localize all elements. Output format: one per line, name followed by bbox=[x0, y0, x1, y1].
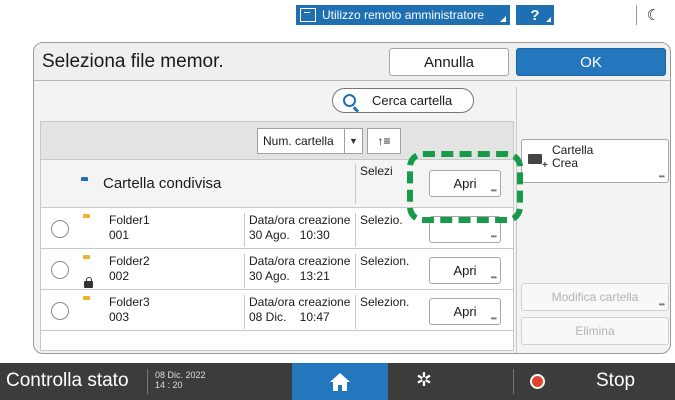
ok-button[interactable]: OK bbox=[516, 48, 666, 76]
more-icon: ••• bbox=[658, 172, 665, 181]
search-folder-button[interactable]: Cerca cartella bbox=[332, 88, 474, 113]
folder-number: 002 bbox=[109, 269, 130, 283]
more-icon: ••• bbox=[490, 314, 497, 323]
folder-date: 30 Ago. 10:30 bbox=[249, 228, 330, 242]
select-file-dialog: Seleziona file memor. Annulla OK Cerca c… bbox=[33, 42, 671, 354]
divider bbox=[147, 369, 148, 394]
delete-folder-button[interactable]: Elimina bbox=[521, 317, 669, 345]
help-button[interactable]: ? bbox=[516, 5, 554, 25]
sort-direction-button[interactable]: ↑≡ bbox=[367, 128, 401, 154]
corner-indicator-icon bbox=[546, 17, 551, 22]
dialog-title: Seleziona file memor. bbox=[42, 51, 224, 72]
chevron-down-icon: ▼ bbox=[344, 129, 362, 153]
stop-button[interactable]: Stop bbox=[596, 370, 635, 392]
more-icon: ••• bbox=[490, 273, 497, 282]
folder-name: Folder1 bbox=[109, 213, 150, 227]
open-label: Apri bbox=[453, 263, 477, 278]
open-label: Apri bbox=[453, 304, 477, 319]
folder-name-cell: Folder1 001 bbox=[109, 213, 150, 243]
folder-date: 30 Ago. 13:21 bbox=[249, 269, 330, 283]
status-datetime: 08 Dic. 2022 14 : 20 bbox=[155, 370, 206, 390]
folder-row[interactable]: Folder3 003 Data/ora creazione 08 Dic. 1… bbox=[41, 291, 513, 331]
edit-folder-button[interactable]: Modifica cartella ••• bbox=[521, 283, 669, 311]
folder-date-label: Data/ora creazione bbox=[249, 254, 351, 268]
settings-button[interactable]: ✲ bbox=[416, 369, 432, 392]
folder-select-label: Selezion. bbox=[355, 254, 425, 288]
folder-date-cell: Data/ora creazione 08 Dic. 10:47 bbox=[244, 295, 350, 329]
folder-name: Folder2 bbox=[109, 254, 150, 268]
radio-button[interactable] bbox=[51, 220, 69, 238]
folder-date-cell: Data/ora creazione 30 Ago. 13:21 bbox=[244, 254, 350, 288]
moon-icon: ☾ bbox=[646, 7, 661, 24]
remote-admin-button[interactable]: Utilizzo remoto amministratore bbox=[296, 5, 510, 25]
folder-number: 001 bbox=[109, 228, 130, 242]
corner-indicator-icon bbox=[500, 16, 506, 22]
lock-icon bbox=[84, 277, 93, 288]
folder-name-cell: Folder3 003 bbox=[109, 295, 150, 325]
dialog-header: Seleziona file memor. Annulla OK bbox=[34, 43, 670, 81]
tutorial-highlight bbox=[407, 151, 523, 223]
create-folder-line2: Crea bbox=[552, 156, 579, 170]
sort-select[interactable]: Num. cartella ▼ bbox=[257, 128, 363, 154]
create-folder-line1: Cartella bbox=[552, 143, 594, 157]
folder-row[interactable]: Folder2 002 Data/ora creazione 30 Ago. 1… bbox=[41, 250, 513, 290]
status-time: 14 : 20 bbox=[155, 380, 183, 390]
more-icon: ••• bbox=[658, 300, 665, 309]
status-bar: Controlla stato 08 Dic. 2022 14 : 20 ✲ S… bbox=[0, 363, 675, 400]
create-folder-button[interactable]: + Cartella Crea ••• bbox=[521, 139, 669, 183]
folder-add-icon bbox=[528, 154, 542, 164]
edit-folder-label: Modifica cartella bbox=[551, 290, 639, 304]
folder-actions-sidebar: + Cartella Crea ••• Modifica cartella ••… bbox=[516, 87, 670, 353]
plus-icon: + bbox=[542, 160, 548, 171]
open-folder-button[interactable]: Apri ••• bbox=[429, 298, 501, 325]
status-date: 08 Dic. 2022 bbox=[155, 370, 206, 380]
home-icon bbox=[330, 372, 350, 391]
more-icon: ••• bbox=[490, 232, 497, 241]
radio-button[interactable] bbox=[51, 302, 69, 320]
remote-screen-icon bbox=[300, 8, 316, 22]
folder-date-label: Data/ora creazione bbox=[249, 213, 351, 227]
stop-icon bbox=[530, 374, 545, 389]
radio-button[interactable] bbox=[51, 261, 69, 279]
sort-select-label: Num. cartella bbox=[263, 134, 334, 148]
divider bbox=[513, 369, 514, 394]
folder-select-label: Selezion. bbox=[355, 295, 425, 329]
home-button[interactable] bbox=[292, 363, 388, 400]
energy-saver-button[interactable]: ☾ bbox=[636, 5, 670, 25]
check-status-button[interactable]: Controlla stato bbox=[6, 370, 129, 392]
help-label: ? bbox=[530, 6, 540, 24]
create-folder-label: Cartella Crea bbox=[552, 144, 593, 170]
open-folder-button[interactable]: Apri ••• bbox=[429, 257, 501, 284]
gear-icon: ✲ bbox=[416, 370, 432, 391]
remote-admin-label: Utilizzo remoto amministratore bbox=[322, 8, 485, 22]
folder-name-cell: Folder2 002 bbox=[109, 254, 150, 284]
folder-name: Folder3 bbox=[109, 295, 150, 309]
shared-folder-name: Cartella condivisa bbox=[103, 175, 222, 192]
cancel-button[interactable]: Annulla bbox=[389, 48, 509, 76]
search-icon bbox=[343, 94, 356, 107]
folder-date-cell: Data/ora creazione 30 Ago. 10:30 bbox=[244, 213, 350, 247]
folder-date: 08 Dic. 10:47 bbox=[249, 310, 330, 324]
search-folder-label: Cerca cartella bbox=[372, 93, 453, 108]
folder-date-label: Data/ora creazione bbox=[249, 295, 351, 309]
folder-number: 003 bbox=[109, 310, 130, 324]
